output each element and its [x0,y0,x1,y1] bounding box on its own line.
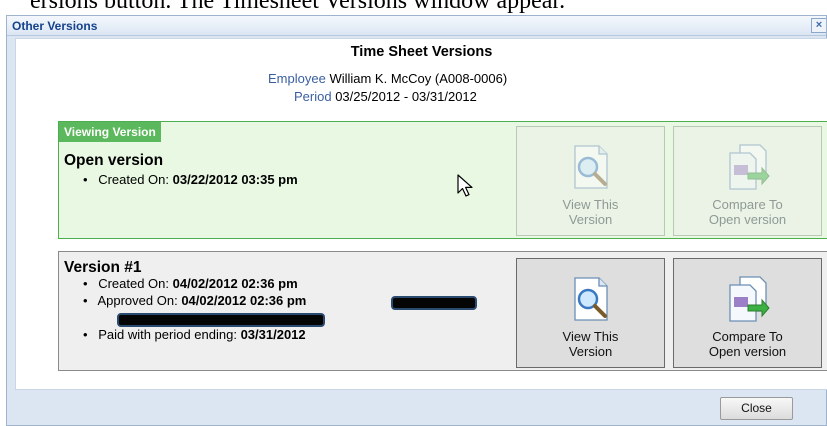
version-1-paid: Paid with period ending: 03/31/2012 [83,327,306,344]
period-row: Period 03/25/2012 - 03/31/2012 [294,89,477,104]
version-1-approved: Approved On: 04/02/2012 02:36 pm [83,293,306,310]
magnifier-document-icon [573,277,608,321]
period-label: Period [294,89,332,104]
compare-button-label-line1: Compare To [712,329,783,344]
window-content: Time Sheet Versions Employee William K. … [15,38,827,390]
approved-value: 04/02/2012 02:36 pm [181,293,307,308]
employee-value: William K. McCoy (A008-0006) [329,71,508,86]
created-label: Created On: [98,276,170,291]
document-caption: ersions button. The Timesheet Versions w… [30,0,566,14]
version-1-compare-button[interactable]: Compare To Open version [673,258,822,368]
view-button-label-line1: View This [562,329,619,344]
mouse-cursor-icon [457,174,473,197]
open-version-created: Created On: 03/22/2012 03:35 pm [83,172,298,189]
view-button-label-line1: View This [562,197,619,212]
version-1-created: Created On: 04/02/2012 02:36 pm [83,276,306,293]
compare-button-label-line2: Open version [708,344,787,359]
window-titlebar[interactable]: Other Versions × [7,16,826,36]
page-title: Time Sheet Versions [350,44,493,60]
view-button-label-line2: Version [568,212,613,227]
open-version-title: Open version [64,152,164,169]
version-1-panel: Version #1 Created On: 04/02/2012 02:36 … [58,251,827,371]
created-label: Created On: [98,172,170,187]
compare-documents-icon [728,144,770,190]
version-1-view-button[interactable]: View This Version [516,258,665,368]
open-version-panel: Viewing Version Open version Created On:… [58,121,827,239]
employee-label: Employee [268,71,326,86]
close-button[interactable]: Close [720,397,793,420]
open-version-details: Created On: 03/22/2012 03:35 pm [83,172,298,189]
open-view-version-button[interactable]: View This Version [516,126,665,236]
created-value: 03/22/2012 03:35 pm [172,172,298,187]
view-button-label-line2: Version [568,344,613,359]
magnifier-document-icon [573,145,608,189]
window-title: Other Versions [12,19,98,33]
redaction-bar [391,296,477,310]
open-compare-button[interactable]: Compare To Open version [673,126,822,236]
created-value: 04/02/2012 02:36 pm [172,276,298,291]
other-versions-window: Other Versions × Time Sheet Versions Emp… [6,15,827,426]
window-close-icon[interactable]: × [811,18,826,33]
employee-row: Employee William K. McCoy (A008-0006) [268,71,507,86]
paid-value: 03/31/2012 [240,327,306,342]
version-1-details: Created On: 04/02/2012 02:36 pm Approved… [83,276,306,344]
version-1-title: Version #1 [64,259,142,276]
compare-button-label-line2: Open version [708,212,787,227]
period-value: 03/25/2012 - 03/31/2012 [335,89,477,104]
compare-documents-icon [728,276,770,322]
approved-label: Approved On: [97,293,178,308]
viewing-version-badge: Viewing Version [59,122,161,142]
compare-button-label-line1: Compare To [712,197,783,212]
paid-label: Paid with period ending: [98,327,237,342]
redaction-bar [117,313,325,327]
